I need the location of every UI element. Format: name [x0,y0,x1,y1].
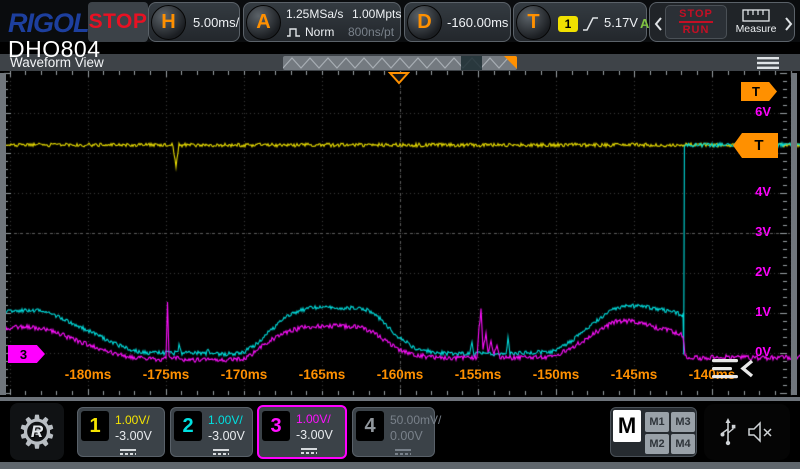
dc-coupling-icon [301,448,317,454]
model-name: DHO804 [8,36,101,62]
measure-button[interactable]: Measure [730,5,782,39]
rigol-logo: RIGOL [8,8,89,38]
rigol-gear-logo[interactable]: ⚙ R [10,403,64,460]
trigger-level-value: 5.17V [604,15,638,30]
channel2-scale: 1.00V/ [208,413,243,427]
trigger-button[interactable]: T [516,5,551,40]
dc-coupling-icon [395,449,411,455]
channel2-offset: -3.00V [208,429,245,443]
memory-depth: 1.00Mpts [352,7,402,21]
acquire-group[interactable]: A 1.25MSa/s Norm 1.00Mpts 800ns/pt [243,2,401,42]
speaker-muted-icon [748,421,772,443]
run-label: RUN [682,24,710,36]
bottom-bar: ⚙ R 1 1.00V/ -3.00V 2 1.00V/ -3.00V 3 1.… [0,401,800,462]
acquire-button-label: A [256,11,271,33]
dc-coupling-icon [213,449,229,455]
acquire-button[interactable]: A [246,5,281,40]
waveform-canvas [0,71,800,397]
screen-bottom-edge [0,462,800,469]
channel2-box[interactable]: 2 1.00V/ -3.00V [170,407,253,457]
toolbar-prev-icon[interactable] [653,16,663,32]
math-badge: M [613,410,641,442]
channel3-scale: 1.00V/ [296,412,331,426]
horizontal-button-label: H [161,11,176,33]
waveform-display: T T 3 6V5V4V3V2V1V0V-180ms-175ms-170ms-1… [0,71,800,397]
trigger-auto-flag: A [640,16,650,31]
math-m1-button[interactable]: M1 [645,412,669,432]
measure-label: Measure [735,23,777,35]
delay-button[interactable]: D [407,5,442,40]
trigger-button-label: T [527,11,540,33]
time-per-point: 800ns/pt [348,25,395,39]
channel4-number: 4 [356,411,384,441]
gear-r-label: R [30,421,44,441]
toolbar-cluster: STOP RUN Measure [649,2,795,42]
acquire-mode: Norm [305,25,335,39]
channel4-offset: 0.00V [390,429,423,443]
channel3-offset: -3.00V [296,428,333,442]
delay-value: -160.00ms [447,15,509,30]
math-buttons: M1 M2 M3 M4 [645,412,695,454]
horizontal-button[interactable]: H [151,5,186,40]
toolbar-next-icon[interactable] [783,16,793,32]
channel1-number: 1 [81,411,109,441]
channel1-scale: 1.00V/ [115,413,150,427]
plot-right-scrollbar[interactable] [791,73,797,395]
trigger-source-badge: 1 [558,16,578,32]
channel1-offset: -3.00V [115,429,152,443]
stop-label: STOP [679,8,713,23]
math-group[interactable]: M M1 M2 M3 M4 [610,407,697,457]
math-m3-button[interactable]: M3 [671,412,695,432]
channel2-number: 2 [174,411,202,441]
horizontal-group[interactable]: H 5.00ms/ [148,2,240,42]
plot-menu-icon[interactable] [712,357,758,381]
trigger-level-flag[interactable]: T [733,133,778,158]
channel4-box[interactable]: 4 50.00mV/ 0.00V [352,407,441,457]
timebase-value: 5.00ms/ [193,15,240,30]
tab-row: Waveform View [0,54,800,71]
channel1-box[interactable]: 1 1.00V/ -3.00V [77,407,165,457]
math-m4-button[interactable]: M4 [671,434,695,454]
ruler-icon [742,9,770,22]
delay-button-label: D [417,11,432,33]
trigger-group[interactable]: T 1 5.17V A [513,2,650,42]
channel4-scale: 50.00mV/ [390,413,442,427]
top-bar: RIGOL STOP H 5.00ms/ A 1.25MSa/s Norm 1.… [0,0,800,42]
sample-rate: 1.25MSa/s [286,7,344,21]
waveform-overview-bar[interactable] [283,56,517,70]
status-icons-panel [704,404,790,460]
tab-menu-icon[interactable] [757,57,779,69]
channel3-box-selected[interactable]: 3 1.00V/ -3.00V [257,405,347,459]
run-state-label: STOP [88,10,148,33]
overview-window[interactable] [461,56,482,70]
math-m2-button[interactable]: M2 [645,434,669,454]
delay-group[interactable]: D -160.00ms [404,2,511,42]
channel3-number: 3 [262,411,290,441]
trigger-position-marker[interactable] [388,71,410,85]
oscilloscope-screen: RIGOL STOP H 5.00ms/ A 1.25MSa/s Norm 1.… [0,0,800,469]
pulse-icon [287,28,300,37]
rising-edge-icon [583,17,598,31]
plot-left-edge [0,73,6,395]
usb-icon [720,418,736,446]
stop-run-button[interactable]: STOP RUN [665,5,727,39]
dc-coupling-icon [120,449,136,455]
